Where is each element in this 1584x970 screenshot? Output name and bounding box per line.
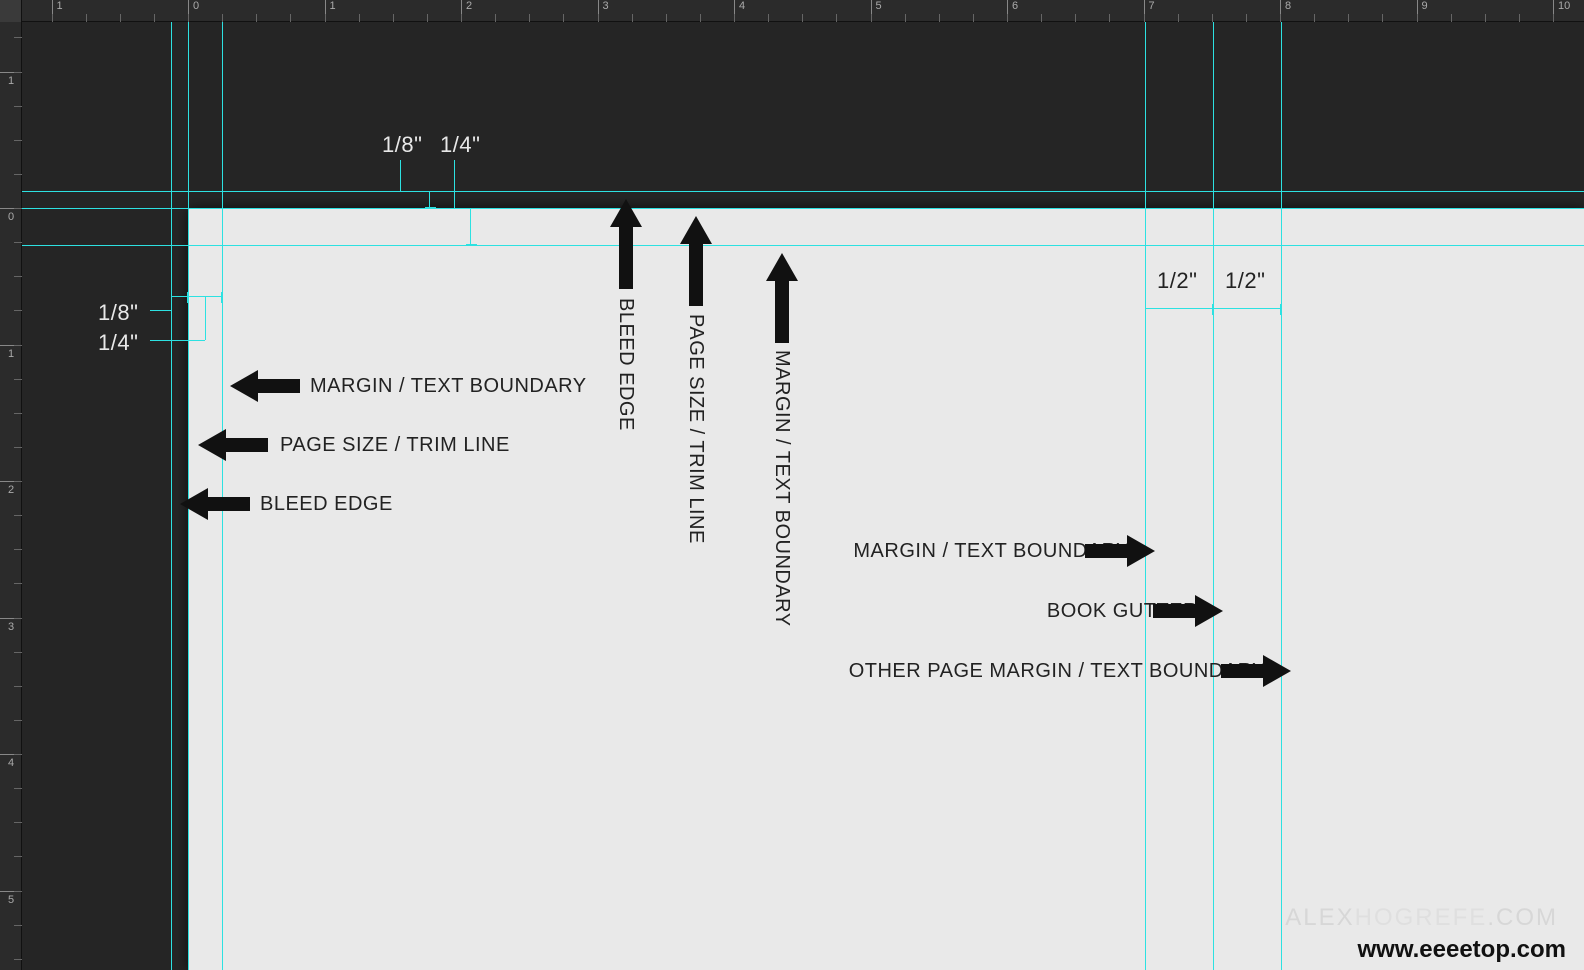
- label-left-bleed: BLEED EDGE: [260, 493, 393, 516]
- guide-bleed-left[interactable]: [171, 0, 172, 970]
- label-top-bleed: BLEED EDGE: [614, 298, 637, 431]
- credit-watermark: ALEXHOGREFE.COM: [1285, 904, 1558, 932]
- document-page[interactable]: [188, 208, 1584, 970]
- ruler-v-tick: 5: [0, 891, 22, 906]
- ruler-v-tick: 2: [0, 481, 22, 496]
- arrow-right-other: [1221, 653, 1291, 689]
- ruler-h-tick: 3: [598, 0, 609, 22]
- credit-prefix: ALEX: [1285, 904, 1354, 931]
- guide-margin-left[interactable]: [222, 0, 223, 970]
- ruler-v-tick: 3: [0, 618, 22, 633]
- dim-top-eighth: 1/8": [382, 132, 422, 158]
- ruler-v-tick: 1: [0, 72, 22, 87]
- bracket-top-eighth: [429, 191, 430, 208]
- dim-left-eighth: 1/8": [98, 300, 138, 326]
- ruler-h-tick: 8: [1280, 0, 1291, 22]
- guide-trim-top[interactable]: [0, 208, 1584, 209]
- leader-top-eighth-b: [400, 160, 401, 191]
- ruler-origin-corner: [0, 0, 22, 22]
- ruler-h-tick: 10: [1553, 0, 1570, 22]
- arrow-left-trim: [198, 427, 268, 463]
- label-right-other: OTHER PAGE MARGIN / TEXT BOUNDARY: [849, 660, 1266, 683]
- leader-top-eighth-a: [400, 191, 429, 192]
- dim-right-half-a: 1/2": [1157, 268, 1197, 294]
- bracket-right-half-a: [1145, 308, 1213, 309]
- dim-right-half-b: 1/2": [1225, 268, 1265, 294]
- guide-gutter[interactable]: [1213, 0, 1214, 970]
- ruler-h-tick: 9: [1417, 0, 1428, 22]
- bracket-right-half-b: [1213, 308, 1281, 309]
- credit-suffix: .COM: [1487, 904, 1558, 931]
- dim-left-quarter: 1/4": [98, 330, 138, 356]
- ruler-h-tick: 1: [52, 0, 63, 22]
- label-left-margin: MARGIN / TEXT BOUNDARY: [310, 375, 587, 398]
- arrow-top-trim: [678, 216, 714, 306]
- ruler-h-tick: 1: [325, 0, 336, 22]
- ruler-h-tick: 7: [1144, 0, 1155, 22]
- site-watermark: www.eeeetop.com: [1358, 936, 1567, 964]
- guide-margin-other-page[interactable]: [1281, 0, 1282, 970]
- ruler-h-tick: 0: [188, 0, 199, 22]
- bracket-left-eighth: [171, 296, 188, 297]
- arrow-right-margin: [1085, 533, 1155, 569]
- ruler-h-tick: 4: [734, 0, 745, 22]
- leader-top-quarter-b: [454, 160, 455, 208]
- label-top-margin: MARGIN / TEXT BOUNDARY: [770, 350, 793, 627]
- arrow-left-bleed: [180, 486, 250, 522]
- ruler-v-tick: 0: [0, 208, 22, 223]
- leader-left-quarter-b: [150, 340, 205, 341]
- ruler-h-tick: 5: [871, 0, 882, 22]
- leader-left-quarter-a: [205, 296, 206, 340]
- dim-top-quarter: 1/4": [440, 132, 480, 158]
- arrow-top-margin: [764, 253, 800, 343]
- leader-top-quarter-a: [454, 208, 470, 209]
- ruler-h-tick: 6: [1007, 0, 1018, 22]
- arrow-top-bleed: [608, 199, 644, 289]
- credit-bold: HOGREFE: [1355, 904, 1488, 931]
- ruler-horizontal[interactable]: 1012345678910: [0, 0, 1584, 22]
- guide-margin-top[interactable]: [0, 245, 1584, 246]
- bracket-top-quarter: [470, 208, 471, 245]
- guide-trim-left[interactable]: [188, 0, 189, 970]
- ruler-v-tick: 4: [0, 754, 22, 769]
- label-top-trim: PAGE SIZE / TRIM LINE: [684, 314, 707, 544]
- label-left-trim: PAGE SIZE / TRIM LINE: [280, 434, 510, 457]
- leader-left-eighth-b: [150, 310, 171, 311]
- guide-bleed-top[interactable]: [0, 191, 1584, 192]
- leader-left-eighth-a: [171, 296, 172, 310]
- arrow-right-gutter: [1153, 593, 1223, 629]
- arrow-left-margin: [230, 368, 300, 404]
- ruler-vertical[interactable]: 1 0 1 2 3 4 5: [0, 0, 22, 970]
- guide-margin-right[interactable]: [1145, 0, 1146, 970]
- ruler-h-tick: 2: [461, 0, 472, 22]
- ruler-v-tick: 1: [0, 345, 22, 360]
